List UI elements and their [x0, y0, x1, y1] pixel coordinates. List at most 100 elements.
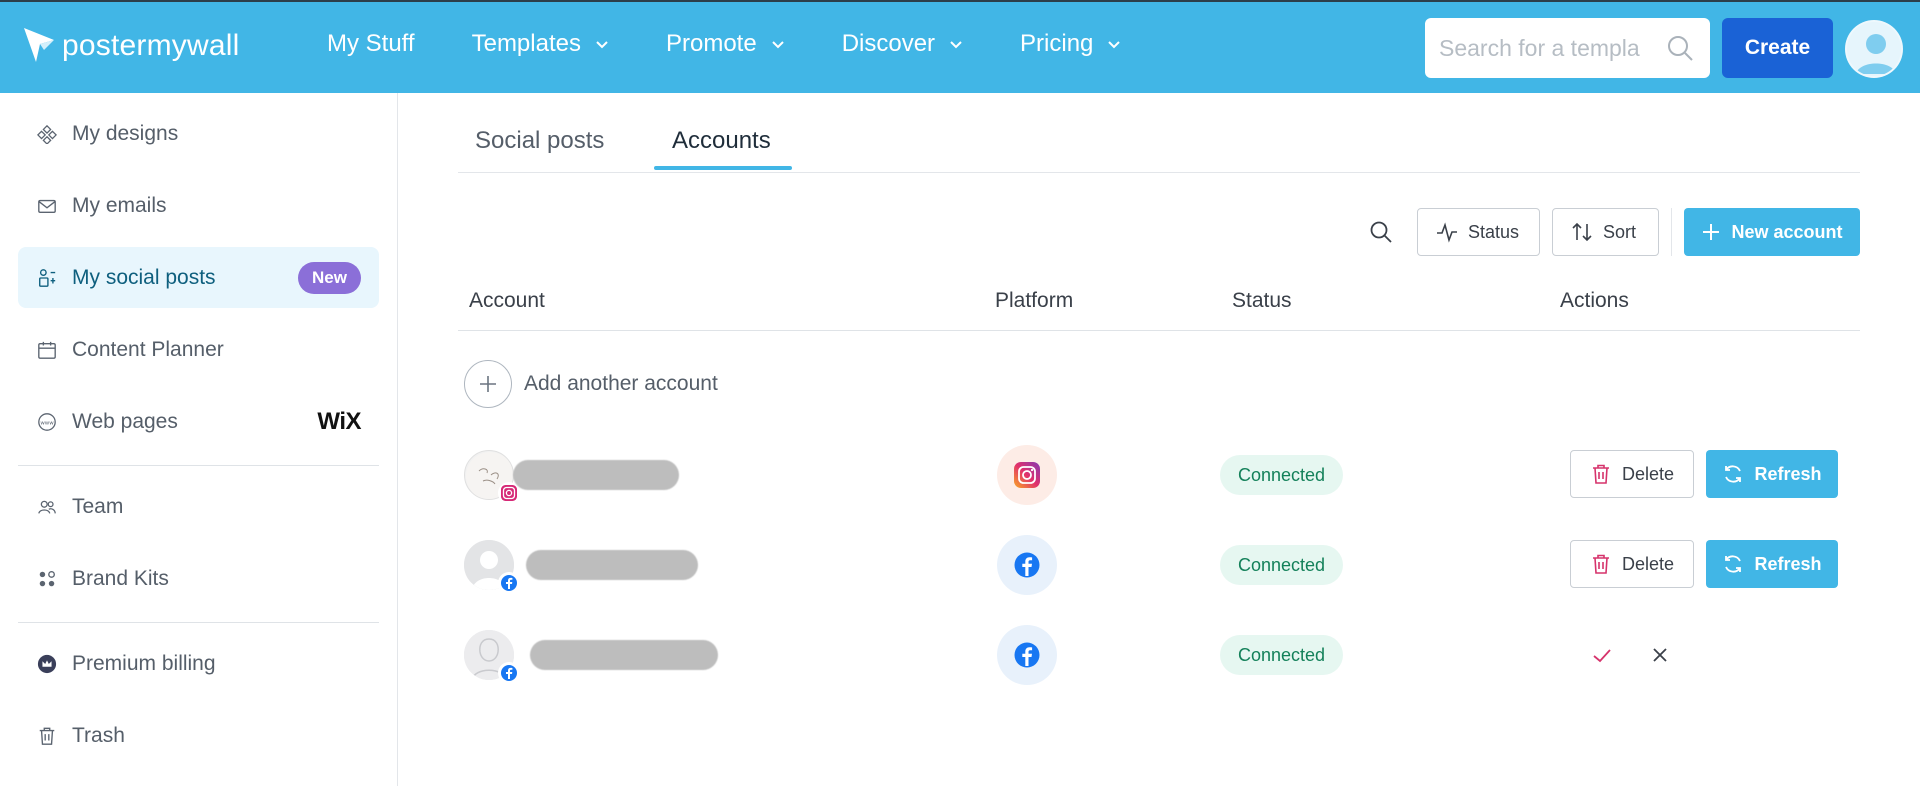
account-name-redacted: [513, 460, 679, 490]
active-tab-indicator: [654, 166, 792, 170]
nav-label: Pricing: [1020, 30, 1094, 57]
refresh-icon: [1725, 555, 1742, 573]
plus-icon: [480, 376, 496, 392]
status-badge: Connected: [1220, 545, 1344, 585]
top-header: postermywall My Stuff Templates Promote …: [0, 2, 1920, 93]
column-header-platform: Platform: [995, 289, 1074, 312]
refresh-button[interactable]: Refresh: [1706, 450, 1838, 498]
refresh-label: Refresh: [1754, 463, 1822, 484]
search-input[interactable]: [1439, 34, 1659, 62]
refresh-icon: [1725, 465, 1742, 483]
account-name-redacted: [526, 550, 698, 580]
delete-label: Delete: [1621, 463, 1675, 484]
sidebar-item-label: Premium billing: [72, 651, 216, 675]
status-badge: Connected: [1220, 455, 1344, 495]
account-name-redacted: [530, 640, 718, 670]
search-icon[interactable]: [1368, 219, 1394, 245]
sidebar-item-trash[interactable]: Trash: [18, 705, 379, 766]
sidebar-divider: [18, 622, 379, 623]
refresh-label: Refresh: [1754, 553, 1822, 574]
main-nav: My Stuff Templates Promote Discover Pric…: [327, 30, 1178, 58]
delete-button[interactable]: Delete: [1570, 450, 1694, 498]
delete-button[interactable]: Delete: [1570, 540, 1694, 588]
trash-icon: [1592, 554, 1609, 574]
activity-icon: [1437, 222, 1457, 243]
tab-accounts[interactable]: Accounts: [672, 127, 771, 155]
instagram-icon: [501, 485, 517, 501]
plus-icon: [1703, 224, 1720, 240]
nav-templates[interactable]: Templates: [472, 30, 609, 58]
sidebar-item-web-pages[interactable]: www Web pages WiX: [18, 391, 379, 452]
sidebar-divider: [18, 465, 379, 466]
designs-icon: [36, 123, 58, 145]
status-filter-button[interactable]: Status: [1417, 208, 1540, 256]
nav-label: Promote: [665, 30, 757, 57]
facebook-icon: [501, 575, 517, 591]
column-header-actions: Actions: [1560, 289, 1629, 312]
table-row: Connected Delete Refresh: [458, 520, 1860, 610]
facebook-badge: [498, 662, 520, 684]
nav-promote[interactable]: Promote: [666, 30, 785, 58]
add-account-label: Add another account: [524, 372, 718, 395]
platform-instagram: [997, 445, 1057, 505]
facebook-icon: [1014, 642, 1040, 668]
table-header-divider: [458, 330, 1860, 331]
sidebar-item-label: Web pages: [72, 409, 178, 433]
search-box: [1425, 18, 1710, 78]
cancel-close-icon[interactable]: [1648, 643, 1672, 667]
delete-label: Delete: [1621, 553, 1675, 574]
sidebar-item-label: Brand Kits: [72, 566, 169, 590]
table-row: Connected Delete Refresh: [458, 430, 1860, 520]
tab-social-posts[interactable]: Social posts: [475, 127, 604, 155]
social-icon: [36, 267, 58, 289]
sidebar-item-brand-kits[interactable]: Brand Kits: [18, 548, 379, 609]
sidebar-item-label: Team: [72, 494, 124, 518]
svg-text:www: www: [40, 420, 54, 426]
sort-label: Sort: [1603, 221, 1637, 242]
nav-label: My Stuff: [327, 30, 415, 57]
nav-pricing[interactable]: Pricing: [1020, 30, 1121, 58]
nav-my-stuff[interactable]: My Stuff: [327, 30, 415, 58]
brandkit-icon: [36, 568, 58, 590]
chevron-down-icon: [596, 41, 608, 49]
platform-facebook: [997, 625, 1057, 685]
create-button[interactable]: Create: [1722, 18, 1833, 78]
sort-icon: [1572, 222, 1592, 242]
platform-facebook: [997, 535, 1057, 595]
add-another-account-button[interactable]: Add another account: [464, 360, 718, 408]
status-filter-label: Status: [1468, 221, 1520, 242]
tab-bar: Social posts Accounts: [458, 93, 1860, 173]
logo-mark-icon: [24, 28, 54, 62]
sidebar-item-my-emails[interactable]: My emails: [18, 175, 379, 236]
sidebar-item-label: My emails: [72, 193, 167, 217]
sidebar-item-premium-billing[interactable]: Premium billing: [18, 633, 379, 694]
facebook-icon: [1014, 552, 1040, 578]
search-icon[interactable]: [1665, 33, 1695, 63]
column-header-account: Account: [469, 289, 545, 312]
logo-text: postermywall: [62, 29, 240, 62]
user-icon: [1856, 34, 1896, 74]
facebook-icon: [501, 665, 517, 681]
status-badge: Connected: [1220, 635, 1344, 675]
toolbar-separator: [1671, 208, 1672, 256]
mail-icon: [36, 195, 58, 217]
sidebar-item-my-social-posts[interactable]: My social posts New: [18, 247, 379, 308]
chevron-down-icon: [771, 41, 784, 49]
sidebar-item-my-designs[interactable]: My designs: [18, 103, 379, 164]
sidebar-item-team[interactable]: Team: [18, 476, 379, 537]
add-circle: [464, 360, 512, 408]
nav-discover[interactable]: Discover: [842, 30, 963, 58]
confirm-check-icon[interactable]: [1590, 643, 1614, 667]
sidebar-item-label: Trash: [72, 723, 125, 747]
trash-icon: [1592, 464, 1609, 484]
chevron-down-icon: [1108, 41, 1121, 49]
logo[interactable]: postermywall: [22, 26, 239, 66]
nav-label: Templates: [471, 30, 581, 57]
crown-icon: [36, 653, 58, 675]
refresh-button[interactable]: Refresh: [1706, 540, 1838, 588]
sidebar-item-content-planner[interactable]: Content Planner: [18, 319, 379, 380]
sort-button[interactable]: Sort: [1552, 208, 1659, 256]
sidebar-item-label: My designs: [72, 121, 179, 145]
new-account-button[interactable]: New account: [1684, 208, 1860, 256]
user-avatar[interactable]: [1845, 20, 1903, 78]
